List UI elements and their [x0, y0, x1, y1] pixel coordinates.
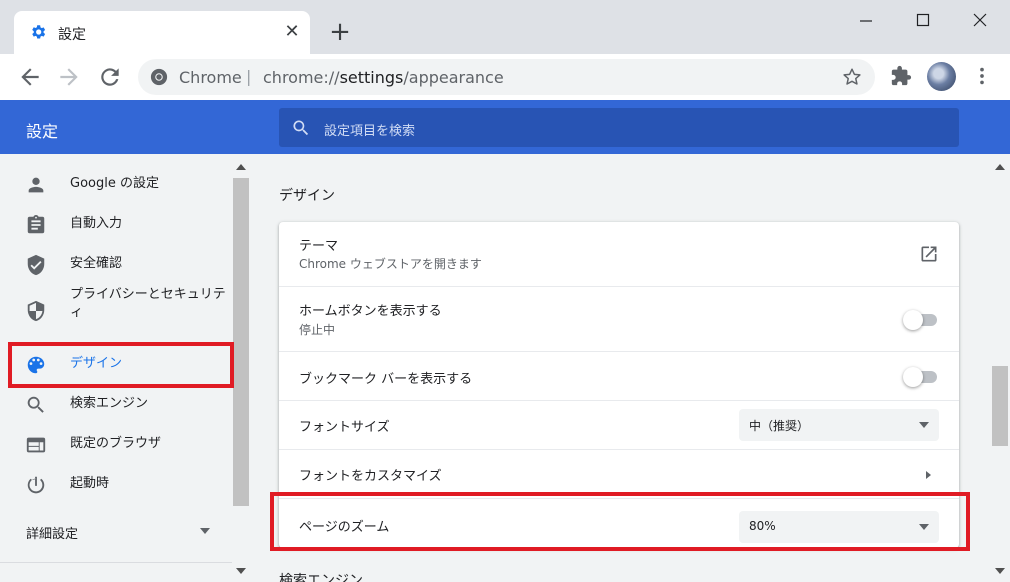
sidebar-item-label: Google の設定 — [70, 176, 159, 191]
font-size-select[interactable]: 中（推奨） — [739, 409, 939, 441]
security-shield-icon — [27, 300, 45, 322]
scroll-up-icon[interactable] — [995, 162, 1005, 172]
maximize-icon[interactable] — [903, 6, 943, 36]
forward-icon[interactable] — [56, 64, 82, 90]
page-title: 設定 — [26, 122, 59, 141]
customize-fonts-label: フォントをカスタマイズ — [299, 469, 442, 484]
reload-icon[interactable] — [97, 64, 123, 90]
url-text: chrome://settings/appearance — [263, 68, 504, 87]
home-button-sublabel: 停止中 — [299, 323, 336, 337]
sidebar-item-default-browser[interactable]: 既定のブラウザ — [0, 424, 232, 464]
caret-down-icon — [919, 422, 929, 428]
sidebar-scrollbar-thumb[interactable] — [233, 178, 249, 506]
bookmark-bar-label: ブックマーク バーを表示する — [299, 372, 473, 387]
advanced-settings-toggle[interactable]: 詳細設定 — [26, 523, 78, 542]
highlight-appearance — [8, 342, 234, 388]
chevron-right-icon — [926, 471, 931, 479]
theme-row[interactable]: テーマ Chrome ウェブストアを開きます — [279, 222, 959, 286]
font-size-label: フォントサイズ — [299, 420, 390, 435]
tab-settings[interactable]: 設定 ✕ — [14, 11, 310, 54]
person-icon — [28, 177, 44, 193]
tab-strip: 設定 ✕ + — [0, 0, 1010, 54]
settings-header: 設定 設定項目を検索 — [0, 100, 1010, 154]
close-tab-icon[interactable]: ✕ — [282, 22, 302, 42]
scroll-down-icon[interactable] — [995, 566, 1005, 576]
caret-down-icon[interactable] — [200, 527, 210, 535]
url-site-label: Chrome — [179, 68, 242, 87]
divider — [0, 562, 232, 563]
power-icon — [27, 476, 45, 494]
chrome-icon — [150, 68, 168, 86]
font-size-value: 中（推奨） — [749, 419, 810, 433]
gear-icon — [32, 25, 46, 39]
more-vert-icon[interactable] — [971, 65, 993, 87]
customize-fonts-row[interactable]: フォントをカスタマイズ — [279, 449, 959, 498]
theme-sublabel: Chrome ウェブストアを開きます — [299, 257, 482, 271]
sidebar-item-on-startup[interactable]: 起動時 — [0, 464, 232, 504]
highlight-page-zoom — [270, 492, 970, 551]
sidebar-item-label: 既定のブラウザ — [70, 436, 162, 451]
home-button-label: ホームボタンを表示する — [299, 304, 442, 319]
browser-toolbar: Chrome | chrome://settings/appearance — [0, 54, 1010, 100]
theme-label: テーマ — [299, 239, 339, 254]
back-icon[interactable] — [17, 64, 43, 90]
window-close-icon[interactable] — [960, 6, 1000, 36]
search-icon — [27, 396, 44, 413]
url-separator: | — [246, 67, 252, 86]
home-button-row[interactable]: ホームボタンを表示する 停止中 — [279, 286, 959, 351]
open-in-new-icon[interactable] — [919, 244, 939, 264]
next-section-title: 検索エンジン — [279, 573, 363, 582]
browser-window-icon — [26, 437, 46, 453]
address-bar[interactable]: Chrome | chrome://settings/appearance — [138, 59, 875, 95]
scroll-down-icon[interactable] — [236, 566, 246, 576]
sidebar-item-label: 自動入力 — [70, 216, 123, 231]
sidebar-item-google[interactable]: Google の設定 — [0, 164, 232, 204]
sidebar-item-safety-check[interactable]: 安全確認 — [0, 244, 232, 284]
main-scrollbar-thumb[interactable] — [992, 366, 1008, 446]
sidebar-item-privacy[interactable]: プライバシーとセキュリティ — [0, 284, 232, 336]
home-button-toggle[interactable] — [903, 310, 937, 330]
sidebar-item-label: 検索エンジン — [70, 396, 149, 411]
bookmark-bar-toggle[interactable] — [903, 367, 937, 387]
sidebar-item-search-engine[interactable]: 検索エンジン — [0, 384, 232, 424]
sidebar-item-label: プライバシーとセキュリティ — [70, 287, 226, 320]
tab-title: 設定 — [58, 27, 86, 43]
settings-search-input[interactable]: 設定項目を検索 — [279, 108, 959, 147]
shield-check-icon — [27, 254, 45, 276]
sidebar-item-label: 安全確認 — [70, 256, 123, 271]
search-icon — [293, 120, 309, 136]
font-size-row: フォントサイズ 中（推奨） — [279, 400, 959, 449]
minimize-icon[interactable] — [846, 6, 886, 36]
scroll-up-icon[interactable] — [236, 162, 246, 172]
plus-icon[interactable]: + — [328, 19, 352, 45]
avatar[interactable] — [927, 62, 956, 91]
sidebar-item-label: 起動時 — [70, 476, 110, 491]
clipboard-icon — [27, 214, 45, 234]
section-title: デザイン — [279, 188, 335, 204]
sidebar-item-autofill[interactable]: 自動入力 — [0, 204, 232, 244]
bookmark-star-icon[interactable] — [841, 66, 863, 88]
search-placeholder: 設定項目を検索 — [324, 124, 416, 139]
bookmark-bar-row[interactable]: ブックマーク バーを表示する — [279, 351, 959, 400]
extensions-puzzle-icon[interactable] — [890, 65, 912, 87]
